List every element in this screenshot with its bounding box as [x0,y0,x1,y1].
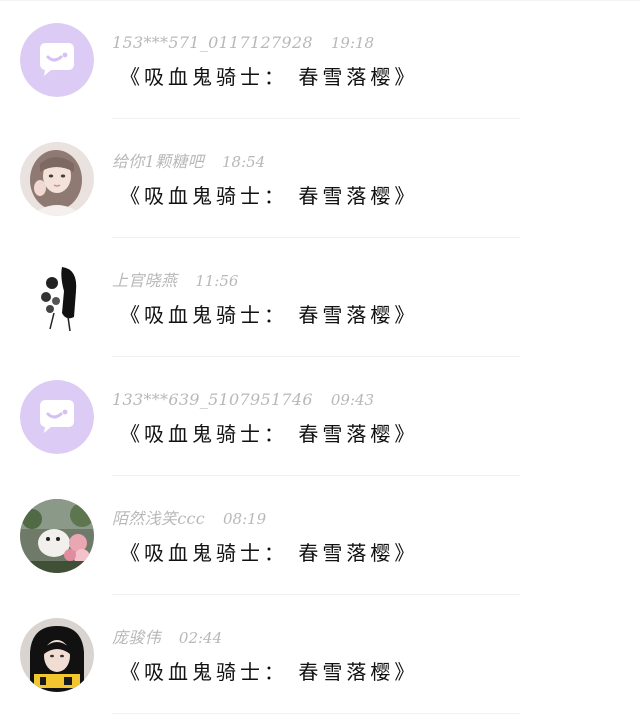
timestamp: 09:43 [330,391,375,409]
timestamp: 02:44 [178,629,223,647]
username[interactable]: 上官晓燕 [112,271,177,290]
girl-black-hood-avatar-icon[interactable] [20,618,94,692]
comment-meta: 153***571_0117127928 19:18 [112,32,374,54]
comment-text: 《吸血鬼骑士： 春雪落樱》 [120,65,419,89]
comment-feed: 153***571_0117127928 19:18 《吸血鬼骑士： 春雪落樱》 … [0,0,640,728]
username[interactable]: 庞骏伟 [112,628,161,647]
username[interactable]: 133***639_5107951746 [112,390,313,409]
divider [112,713,520,714]
comment-text: 《吸血鬼骑士： 春雪落樱》 [120,422,419,446]
timestamp: 18:54 [221,153,266,171]
comment-item[interactable]: 上官晓燕 11:56 《吸血鬼骑士： 春雪落樱》 [0,238,640,357]
comment-item[interactable]: 庞骏伟 02:44 《吸血鬼骑士： 春雪落樱》 [0,595,640,714]
comment-item[interactable]: 133***639_5107951746 09:43 《吸血鬼骑士： 春雪落樱》 [0,357,640,476]
default-chat-bubble-avatar-icon[interactable] [20,23,94,97]
comment-meta: 陌然浅笑ccc 08:19 [112,508,266,530]
girl-portrait-avatar-icon[interactable] [20,142,94,216]
username[interactable]: 给你1颗糖吧 [112,152,204,171]
flowers-dog-avatar-icon[interactable] [20,499,94,573]
comment-meta: 给你1颗糖吧 18:54 [112,151,265,173]
ink-figure-avatar-icon[interactable] [20,261,94,335]
comment-item[interactable]: 153***571_0117127928 19:18 《吸血鬼骑士： 春雪落樱》 [0,0,640,119]
default-chat-bubble-avatar-icon[interactable] [20,380,94,454]
timestamp: 19:18 [330,34,375,52]
comment-text: 《吸血鬼骑士： 春雪落樱》 [120,184,419,208]
comment-meta: 庞骏伟 02:44 [112,627,222,649]
comment-meta: 上官晓燕 11:56 [112,270,238,292]
username[interactable]: 陌然浅笑ccc [112,509,205,528]
comment-text: 《吸血鬼骑士： 春雪落樱》 [120,660,419,684]
comment-text: 《吸血鬼骑士： 春雪落樱》 [120,303,419,327]
username[interactable]: 153***571_0117127928 [112,33,313,52]
comment-meta: 133***639_5107951746 09:43 [112,389,374,411]
comment-item[interactable]: 陌然浅笑ccc 08:19 《吸血鬼骑士： 春雪落樱》 [0,476,640,595]
timestamp: 11:56 [195,272,239,290]
comment-item[interactable]: 给你1颗糖吧 18:54 《吸血鬼骑士： 春雪落樱》 [0,119,640,238]
comment-text: 《吸血鬼骑士： 春雪落樱》 [120,541,419,565]
timestamp: 08:19 [222,510,267,528]
